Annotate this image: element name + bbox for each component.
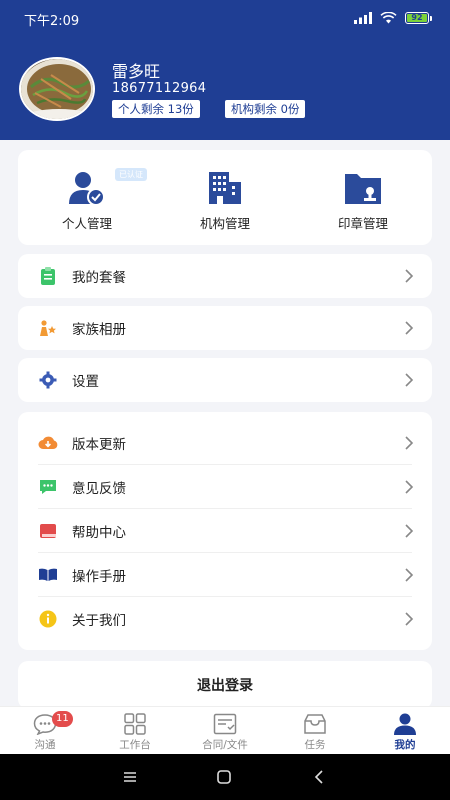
chevron-right-icon xyxy=(405,269,414,283)
menu-item-help-label: 帮助中心 xyxy=(72,525,126,541)
menu-item-feedback-label: 意见反馈 xyxy=(72,481,126,497)
book-icon xyxy=(38,521,58,541)
unread-badge: 11 xyxy=(52,711,73,727)
menu-icon[interactable] xyxy=(121,768,139,786)
back-icon[interactable] xyxy=(310,768,328,786)
info-menu-card: 版本更新 意见反馈 帮助中心 操作手册 关于我们 xyxy=(18,412,432,650)
inbox-icon xyxy=(304,714,326,734)
open-book-icon xyxy=(38,565,58,585)
tab-tasks[interactable]: 任务 xyxy=(270,707,360,754)
menu-item-feedback[interactable]: 意见反馈 xyxy=(18,465,432,509)
seal-folder-icon xyxy=(345,174,381,204)
clipboard-icon xyxy=(38,266,58,286)
menu-item-package[interactable]: 我的套餐 xyxy=(18,254,432,298)
chevron-right-icon xyxy=(405,480,414,494)
personal-remaining-badge: 个人剩余 13份 xyxy=(112,100,200,118)
management-card: 已认证 个人管理 机构管理 印章管理 xyxy=(18,150,432,245)
tab-mine-label: 我的 xyxy=(394,739,416,751)
signal-icon xyxy=(354,12,372,24)
chevron-right-icon xyxy=(405,568,414,582)
menu-item-about-label: 关于我们 xyxy=(72,613,126,629)
package-card: 我的套餐 xyxy=(18,254,432,298)
system-nav-bar xyxy=(0,754,450,800)
menu-item-help[interactable]: 帮助中心 xyxy=(18,509,432,553)
chevron-right-icon xyxy=(405,321,414,335)
battery-level: 92 xyxy=(407,14,427,22)
menu-item-family-label: 家族相册 xyxy=(72,322,126,338)
tab-chat-label: 沟通 xyxy=(34,739,56,751)
user-phone: 18677112964 xyxy=(112,81,207,96)
chevron-right-icon xyxy=(405,436,414,450)
logout-button[interactable]: 退出登录 xyxy=(18,661,432,709)
chevron-right-icon xyxy=(405,612,414,626)
grid-icon xyxy=(124,713,146,735)
tab-mine[interactable]: 我的 xyxy=(360,707,450,754)
status-bar: 下午2:09 92 xyxy=(0,0,450,34)
tab-workbench-label: 工作台 xyxy=(119,739,151,751)
settings-card: 设置 xyxy=(18,358,432,402)
menu-item-manual[interactable]: 操作手册 xyxy=(18,553,432,597)
org-remaining-badge: 机构剩余 0份 xyxy=(225,100,306,118)
tab-tasks-label: 任务 xyxy=(304,739,326,751)
seal-management-label: 印章管理 xyxy=(337,216,388,231)
org-management-button[interactable]: 机构管理 xyxy=(156,150,294,245)
avatar[interactable] xyxy=(19,57,95,121)
menu-item-manual-label: 操作手册 xyxy=(72,569,126,585)
menu-item-settings[interactable]: 设置 xyxy=(18,358,432,402)
user-name: 雷多旺 xyxy=(112,62,161,81)
tab-workbench[interactable]: 工作台 xyxy=(90,707,180,754)
bottom-tab-bar: 11 沟通 工作台 合同/文件 任务 我的 xyxy=(0,706,450,754)
family-icon xyxy=(38,318,58,338)
menu-item-about[interactable]: 关于我们 xyxy=(18,597,432,641)
home-icon[interactable] xyxy=(215,768,233,786)
tab-contracts[interactable]: 合同/文件 xyxy=(180,707,270,754)
profile-header: 下午2:09 92 雷多旺 18677112964 个人剩余 13份 机构剩余 … xyxy=(0,0,450,140)
wifi-icon xyxy=(380,12,397,24)
gear-icon xyxy=(38,370,58,390)
personal-management-label: 个人管理 xyxy=(61,216,112,231)
personal-management-button[interactable]: 已认证 个人管理 xyxy=(18,150,156,245)
building-icon xyxy=(209,172,241,204)
battery-icon: 92 xyxy=(405,12,432,24)
status-time: 下午2:09 xyxy=(24,14,80,29)
user-icon xyxy=(394,713,416,735)
seal-management-button[interactable]: 印章管理 xyxy=(294,150,432,245)
family-card: 家族相册 xyxy=(18,306,432,350)
tab-contracts-label: 合同/文件 xyxy=(202,739,248,751)
person-check-icon xyxy=(69,172,105,206)
document-icon xyxy=(213,713,237,735)
verified-badge: 已认证 xyxy=(115,168,147,181)
cloud-download-icon xyxy=(38,433,58,453)
logout-label: 退出登录 xyxy=(197,678,253,694)
menu-item-version[interactable]: 版本更新 xyxy=(18,421,432,465)
menu-item-version-label: 版本更新 xyxy=(72,437,126,453)
org-management-label: 机构管理 xyxy=(199,216,250,231)
menu-item-family[interactable]: 家族相册 xyxy=(18,306,432,350)
menu-item-settings-label: 设置 xyxy=(72,374,99,390)
chat-bubble-icon xyxy=(38,477,58,497)
info-icon xyxy=(38,609,58,629)
chevron-right-icon xyxy=(405,524,414,538)
tab-chat[interactable]: 11 沟通 xyxy=(0,707,90,754)
menu-item-package-label: 我的套餐 xyxy=(72,270,126,286)
chevron-right-icon xyxy=(405,373,414,387)
